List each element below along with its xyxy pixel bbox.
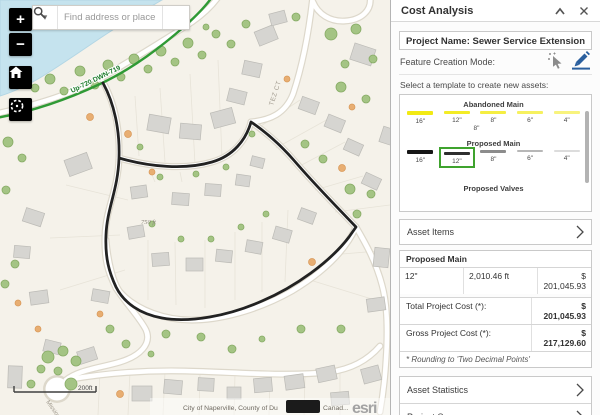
search-input[interactable]	[58, 6, 162, 29]
section-asset-statistics[interactable]: Asset Statistics	[400, 377, 591, 403]
search-icon[interactable]	[162, 6, 189, 29]
rounding-footnote: * Rounding to 'Two Decimal Points'	[400, 351, 591, 367]
collapse-panel-button[interactable]	[552, 4, 568, 18]
cost-row-proposed-main: 12" 2,010.46 ft $ 201,045.93	[400, 268, 591, 294]
esri-logo: esri	[352, 400, 377, 415]
feature-mode-label: Feature Creation Mode:	[400, 57, 548, 67]
chevron-right-icon	[576, 225, 584, 239]
attribution-text-left: City of Naperville, County of Du	[183, 405, 278, 412]
line-swatch	[407, 111, 433, 115]
sections-stack: Asset Statistics Project Summary	[399, 376, 592, 415]
template-abandoned-12[interactable]: 12"	[439, 111, 476, 125]
line-swatch	[517, 111, 543, 114]
app-window: Up-720 DWN-719 TEZ CT Mission 750 ft 200…	[0, 0, 600, 415]
template-abandoned-16[interactable]: 16"	[402, 111, 439, 125]
zoom-out-button[interactable]: −	[9, 33, 32, 56]
template-picker: Abandoned Main 16" 12" 8" 6" 4" 8" Propo…	[399, 94, 592, 212]
project-name-box: Project Name: Sewer Service Extension	[399, 31, 592, 50]
template-scrollbar[interactable]	[585, 111, 589, 183]
panel-body: Project Name: Sewer Service Extension Fe…	[391, 22, 600, 415]
zoom-out-icon: −	[16, 36, 25, 53]
template-proposed-4[interactable]: 4"	[548, 150, 585, 182]
template-abandoned-6[interactable]: 6"	[512, 111, 549, 125]
pencil-icon	[571, 50, 591, 70]
section-project-summary[interactable]: Project Summary	[400, 403, 591, 415]
cost-cell-length: 2,010.46 ft	[464, 268, 538, 294]
map-canvas[interactable]: Up-720 DWN-719 TEZ CT Mission 750 ft 200…	[0, 0, 390, 415]
line-swatch	[480, 111, 506, 114]
cost-analysis-panel: Cost Analysis Project Name: Sewer Servic…	[390, 0, 600, 415]
template-proposed-16[interactable]: 16"	[402, 150, 439, 182]
abandoned-main-row: 16" 12" 8" 6" 4"	[402, 111, 585, 125]
total-cost-label: Total Project Cost (*):	[400, 298, 532, 324]
chevron-right-icon	[576, 383, 584, 397]
home-icon	[9, 66, 23, 79]
feature-creation-mode-row: Feature Creation Mode:	[399, 50, 592, 75]
line-swatch	[444, 152, 470, 156]
panel-title: Cost Analysis	[401, 5, 544, 17]
sparkle-cursor-icon	[548, 52, 565, 69]
chevron-right-icon	[576, 410, 584, 415]
gross-cost-value: $ 217,129.60	[532, 325, 591, 351]
collapse-icon	[554, 6, 566, 16]
locate-icon	[9, 98, 25, 114]
group-title-proposed-main: Proposed Main	[402, 137, 585, 150]
group-title-proposed-valves: Proposed Valves	[402, 182, 585, 195]
line-swatch	[517, 150, 543, 153]
cost-group-header: Proposed Main	[400, 251, 591, 268]
selection-highlight-box: 12"	[439, 147, 475, 169]
attribution-text-right: Canad...	[323, 405, 349, 412]
redaction-box	[286, 400, 320, 413]
proposed-main-row: 16" 12" 8" 6" 4"	[402, 150, 585, 182]
smart-draw-mode-button[interactable]	[548, 50, 565, 74]
total-cost-value: $ 201,045.93	[532, 298, 591, 324]
gross-cost-label: Gross Project Cost (*):	[400, 325, 532, 351]
total-cost-row: Total Project Cost (*): $ 201,045.93	[400, 297, 591, 324]
parcel-dimension-label: 750 ft	[141, 219, 156, 226]
line-swatch	[407, 150, 433, 154]
group-title-abandoned-main: Abandoned Main	[402, 98, 585, 111]
line-swatch	[480, 150, 506, 153]
close-icon	[579, 6, 589, 16]
pencil-draw-mode-button[interactable]	[571, 50, 591, 75]
close-panel-button[interactable]	[576, 4, 592, 18]
search-box: ▾	[32, 5, 190, 30]
zoom-in-icon: +	[16, 11, 25, 28]
panel-header: Cost Analysis	[391, 0, 600, 22]
template-abandoned-extra[interactable]: 8"	[399, 125, 568, 137]
template-abandoned-4[interactable]: 4"	[548, 111, 585, 125]
scale-label: 200ft	[78, 385, 93, 392]
select-template-label: Select a template to create new assets:	[400, 80, 591, 90]
template-abandoned-8[interactable]: 8"	[475, 111, 512, 125]
template-proposed-8[interactable]: 8"	[475, 150, 512, 182]
culdesac-surface	[46, 378, 69, 401]
line-swatch	[554, 150, 580, 152]
cost-cell-amount: $ 201,045.93	[538, 268, 591, 294]
home-extent-button[interactable]	[9, 66, 32, 89]
section-asset-items[interactable]: Asset Items	[399, 219, 592, 245]
line-swatch	[444, 111, 470, 114]
locate-button[interactable]	[9, 98, 32, 121]
map-container: Up-720 DWN-719 TEZ CT Mission 750 ft 200…	[0, 0, 390, 415]
line-swatch	[554, 111, 580, 114]
zoom-in-button[interactable]: +	[9, 8, 32, 31]
template-proposed-6[interactable]: 6"	[512, 150, 549, 182]
cost-summary-table: Proposed Main 12" 2,010.46 ft $ 201,045.…	[399, 250, 592, 368]
gross-cost-row: Gross Project Cost (*): $ 217,129.60	[400, 324, 591, 351]
template-proposed-12-selected[interactable]: 12"	[439, 150, 476, 182]
cost-cell-size: 12"	[400, 268, 464, 294]
